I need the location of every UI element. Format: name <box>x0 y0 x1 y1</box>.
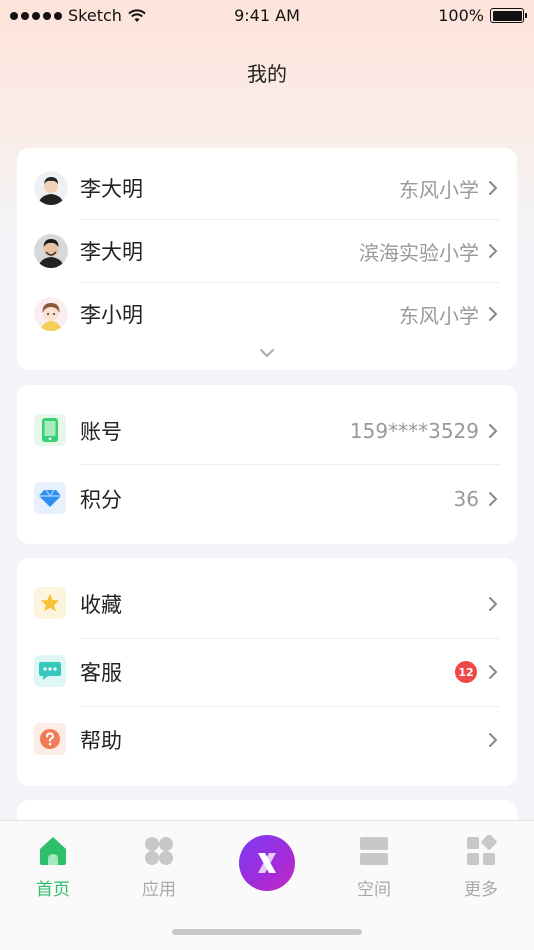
center-action-button[interactable] <box>239 835 295 891</box>
points-label: 积分 <box>80 488 122 512</box>
child-row[interactable]: 李大明 东风小学 <box>17 168 517 208</box>
account-card: 账号 159****3529 积分 36 <box>17 385 517 544</box>
support-row[interactable]: 客服 12 <box>17 652 517 692</box>
expand-chevron-down-icon[interactable] <box>259 348 275 358</box>
tab-space[interactable]: 空间 <box>334 835 414 900</box>
tab-home-label: 首页 <box>36 880 70 900</box>
chevron-right-icon <box>489 492 498 506</box>
child-name: 李小明 <box>80 303 143 327</box>
diamond-icon <box>34 482 66 514</box>
battery-percent: 100% <box>438 6 484 25</box>
divider <box>80 638 500 639</box>
help-label: 帮助 <box>80 729 122 753</box>
chevron-right-icon <box>489 424 498 438</box>
status-bar: Sketch 9:41 AM 100% <box>0 0 534 32</box>
status-right: 100% <box>438 6 527 25</box>
support-label: 客服 <box>80 661 122 685</box>
phone-icon <box>34 414 66 446</box>
avatar <box>34 171 68 205</box>
child-row[interactable]: 李小明 东风小学 <box>17 294 517 334</box>
tab-apps[interactable]: 应用 <box>119 835 199 900</box>
tab-more-label: 更多 <box>464 880 498 900</box>
child-school: 东风小学 <box>399 303 479 328</box>
chevron-right-icon <box>489 244 498 258</box>
favorites-row[interactable]: 收藏 <box>17 584 517 624</box>
avatar-man-icon <box>34 234 68 268</box>
child-name: 李大明 <box>80 177 143 201</box>
more-icon <box>467 834 497 865</box>
chevron-right-icon <box>489 181 498 195</box>
help-icon-wrap <box>34 723 68 757</box>
children-card: 李大明 东风小学 李大明 滨海实验小学 李小明 东风小学 <box>17 148 517 370</box>
account-icon-wrap <box>34 414 68 448</box>
apps-icon <box>145 837 173 865</box>
help-icon <box>34 723 66 755</box>
divider <box>80 219 500 220</box>
tab-apps-label: 应用 <box>142 880 176 900</box>
tab-more[interactable]: 更多 <box>441 834 521 900</box>
child-school: 滨海实验小学 <box>359 240 479 265</box>
favorites-icon-wrap <box>34 587 68 621</box>
chevron-right-icon <box>489 597 498 611</box>
avatar-man-icon <box>34 171 68 205</box>
star-icon <box>34 587 66 619</box>
tab-home[interactable]: 首页 <box>13 835 93 900</box>
favorites-label: 收藏 <box>80 593 122 617</box>
unread-badge: 12 <box>455 661 477 683</box>
child-name: 李大明 <box>80 240 143 264</box>
points-value: 36 <box>453 487 479 511</box>
chat-icon <box>34 655 66 687</box>
x-logo-icon <box>258 853 276 873</box>
child-school: 东风小学 <box>399 177 479 202</box>
points-icon-wrap <box>34 482 68 516</box>
home-icon <box>40 837 66 865</box>
battery-icon <box>490 8 527 23</box>
chevron-right-icon <box>489 665 498 679</box>
space-icon <box>360 837 388 865</box>
chevron-right-icon <box>489 307 498 321</box>
divider <box>80 706 500 707</box>
avatar-girl-icon <box>34 297 68 331</box>
account-row[interactable]: 账号 159****3529 <box>17 411 517 451</box>
chevron-right-icon <box>489 733 498 747</box>
points-row[interactable]: 积分 36 <box>17 479 517 519</box>
home-indicator <box>172 929 362 935</box>
account-value: 159****3529 <box>349 419 479 443</box>
account-label: 账号 <box>80 420 122 444</box>
page-title: 我的 <box>247 62 287 86</box>
avatar <box>34 297 68 331</box>
services-card: 收藏 客服 12 帮助 <box>17 558 517 786</box>
tab-space-label: 空间 <box>357 880 391 900</box>
divider <box>80 464 500 465</box>
child-row[interactable]: 李大明 滨海实验小学 <box>17 231 517 271</box>
support-icon-wrap <box>34 655 68 689</box>
avatar <box>34 234 68 268</box>
help-row[interactable]: 帮助 <box>17 720 517 760</box>
divider <box>80 282 500 283</box>
